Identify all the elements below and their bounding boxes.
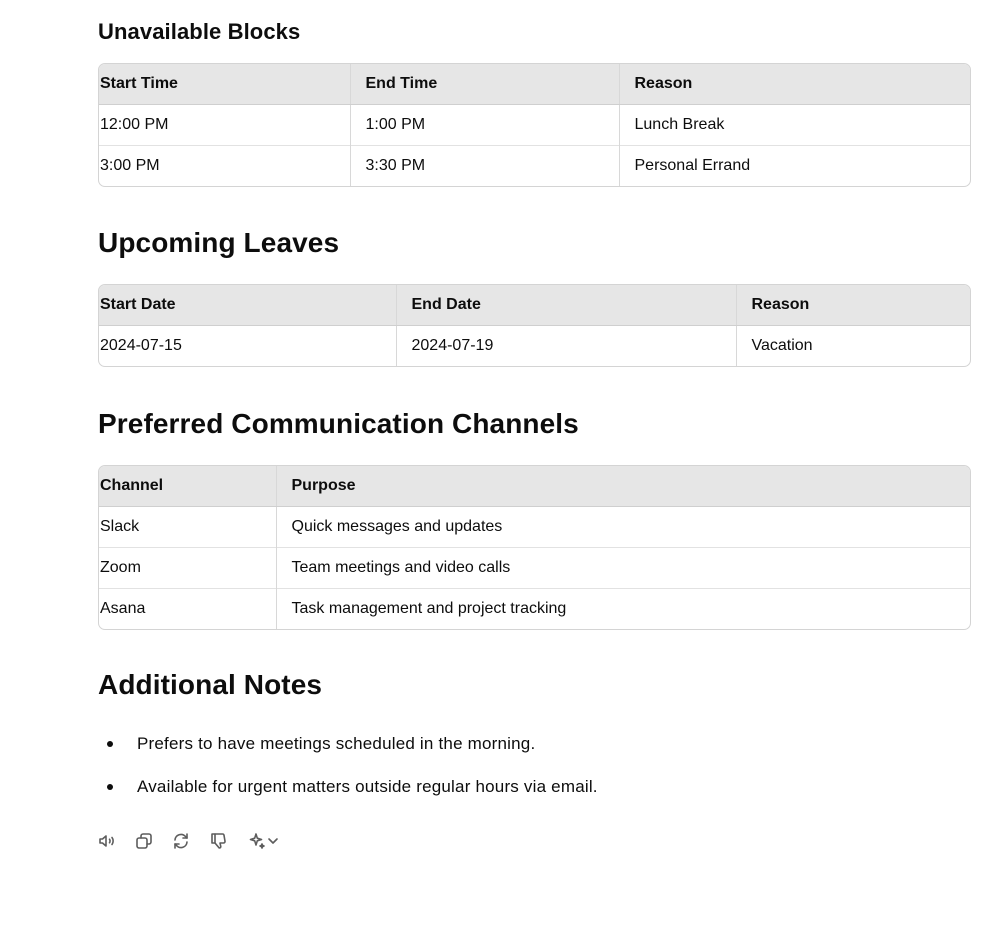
regenerate-button[interactable] <box>170 830 192 852</box>
list-item-text: Prefers to have meetings scheduled in th… <box>137 734 536 753</box>
section-title-communication-channels: Preferred Communication Channels <box>98 408 579 439</box>
read-aloud-button[interactable] <box>96 830 118 852</box>
regenerate-icon <box>174 833 188 849</box>
table-row: 2024-07-15 2024-07-19 Vacation <box>99 325 970 366</box>
table-cell: 12:00 PM <box>100 116 169 133</box>
table-header-row: Channel Purpose <box>99 466 970 507</box>
column-header: Start Time <box>99 64 350 105</box>
table-header-row: Start Time End Time Reason <box>99 64 970 105</box>
table-row: Zoom Team meetings and video calls <box>99 547 970 589</box>
communication-channels-table: Channel Purpose Slack Quick messages and… <box>98 465 971 630</box>
change-model-button[interactable] <box>244 830 282 852</box>
table-cell: Task management and project tracking <box>275 588 970 629</box>
table-cell: 3:00 PM <box>99 145 350 186</box>
sparkle-icon <box>249 833 265 849</box>
section-title-additional-notes: Additional Notes <box>98 669 323 700</box>
table-row: Slack Quick messages and updates <box>99 506 970 548</box>
message-action-bar <box>96 830 282 852</box>
bullet-icon <box>107 741 113 747</box>
column-header: Start Date <box>99 285 396 326</box>
table-row: 3:00 PM 3:30 PM Personal Errand <box>99 145 970 186</box>
column-header: End Time <box>349 64 619 105</box>
upcoming-leaves-table: Start Date End Date Reason 2024-07-15 20… <box>98 284 971 367</box>
table-cell: Team meetings and video calls <box>275 547 970 589</box>
table-cell: 3:30 PM <box>349 145 619 186</box>
table-cell: Asana <box>99 588 276 629</box>
chevron-down-icon <box>268 838 278 844</box>
column-header: Reason <box>735 285 970 326</box>
table-header-row: Start Date End Date Reason <box>99 285 970 326</box>
section-title-upcoming-leaves: Upcoming Leaves <box>98 227 340 258</box>
thumbs-down-button[interactable] <box>207 830 229 852</box>
list-item: Prefers to have meetings scheduled in th… <box>98 728 598 771</box>
column-header: Channel <box>99 466 276 507</box>
copy-button[interactable] <box>133 830 155 852</box>
table-row: Asana Task management and project tracki… <box>99 588 970 629</box>
unavailable-blocks-table: Start Time End Time Reason 12:00 PM 1:00… <box>98 63 971 187</box>
table-cell: Personal Errand <box>618 145 970 186</box>
table-cell: Slack <box>100 518 140 535</box>
table-row: 12:00 PM 1:00 PM Lunch Break <box>99 104 970 146</box>
table-cell: Vacation <box>735 325 970 366</box>
list-item-text: Available for urgent matters outside reg… <box>137 777 598 796</box>
table-cell: Lunch Break <box>618 104 970 146</box>
read-aloud-icon <box>99 835 114 847</box>
table-cell: Quick messages and updates <box>275 506 970 548</box>
thumbs-down-icon <box>211 833 226 849</box>
bullet-icon <box>107 784 113 790</box>
column-header: End Date <box>395 285 736 326</box>
copy-icon <box>136 833 152 849</box>
table-cell: 1:00 PM <box>349 104 619 146</box>
table-cell: 2024-07-19 <box>395 325 736 366</box>
column-header: Reason <box>618 64 970 105</box>
notes-list: Prefers to have meetings scheduled in th… <box>98 728 598 814</box>
column-header: Purpose <box>275 466 970 507</box>
list-item: Available for urgent matters outside reg… <box>98 771 598 814</box>
table-cell: Zoom <box>99 547 276 589</box>
section-title-unavailable-blocks: Unavailable Blocks <box>98 19 301 44</box>
table-cell: 2024-07-15 <box>100 337 182 354</box>
